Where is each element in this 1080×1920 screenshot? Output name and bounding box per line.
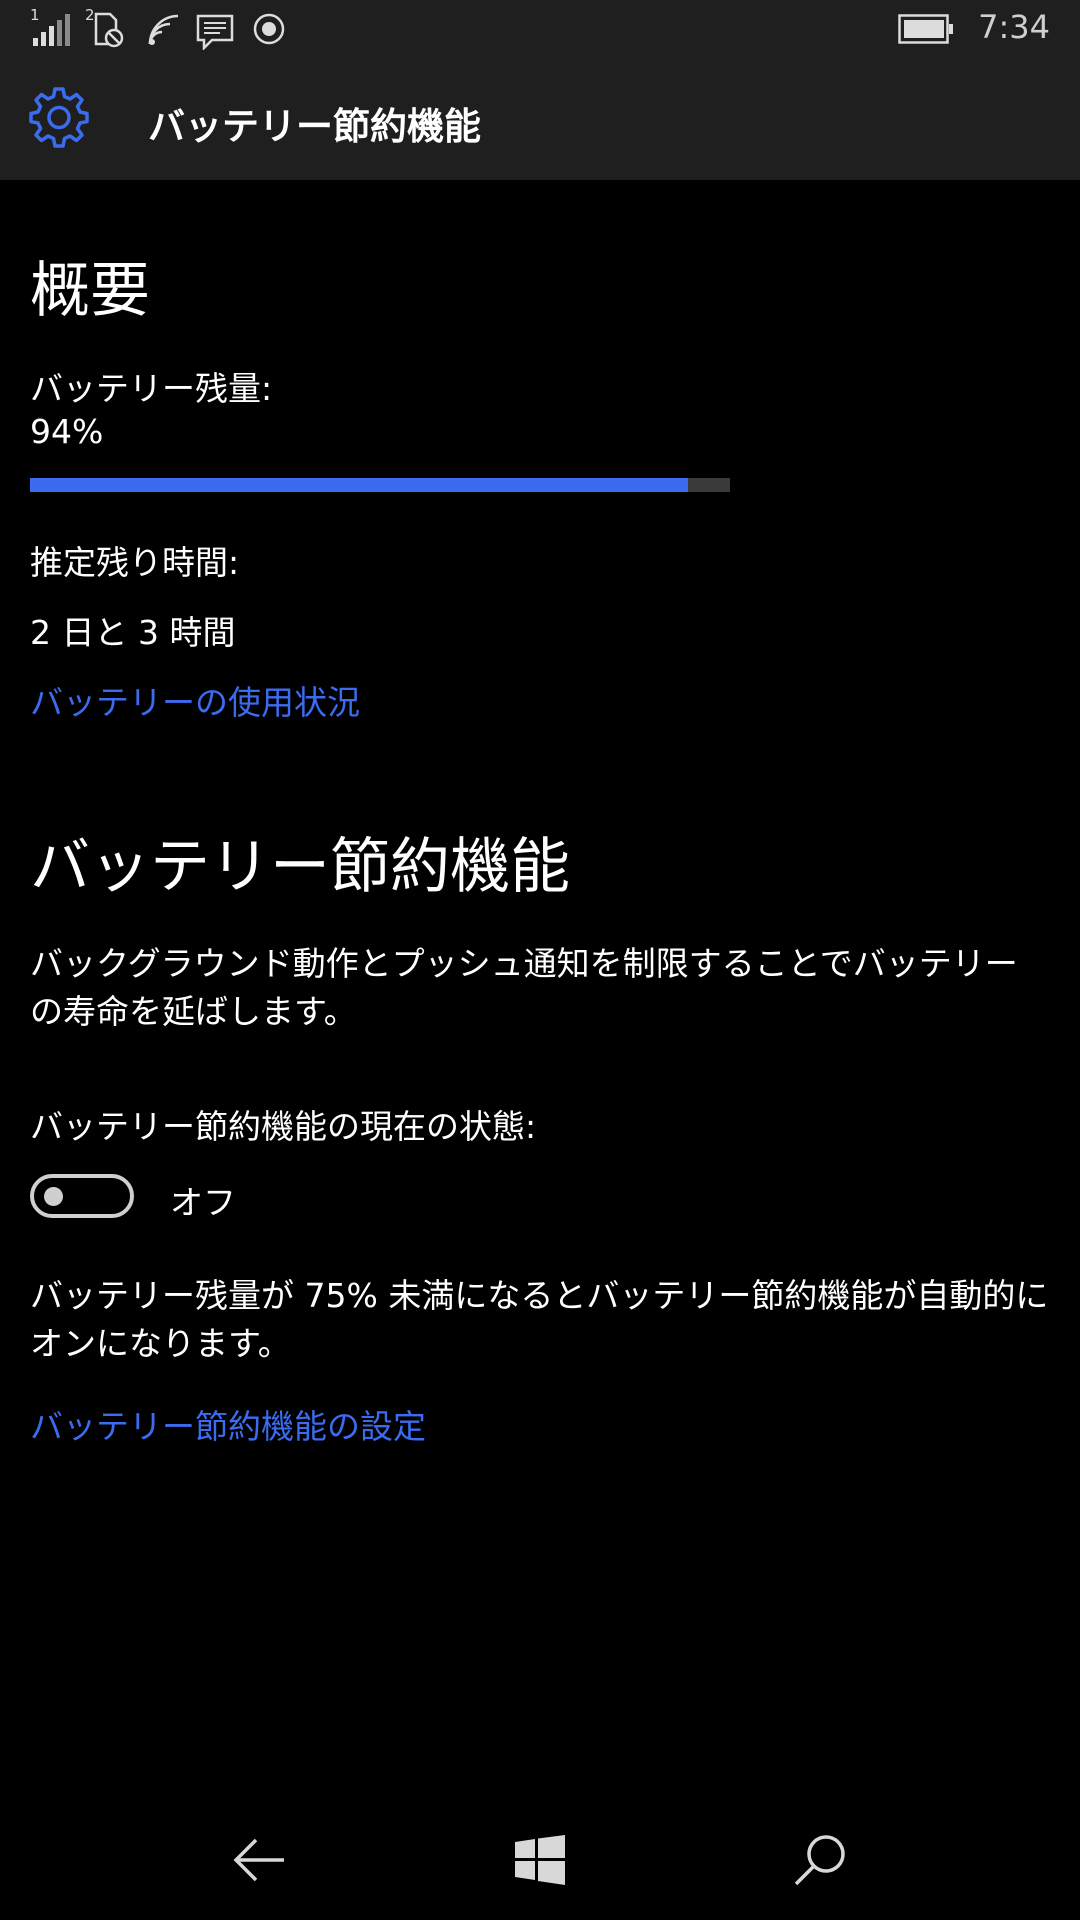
estimate-label: 推定残り時間: <box>30 543 240 582</box>
estimate-value: 2 日と 3 時間 <box>30 613 236 652</box>
overview-heading: 概要 <box>30 256 150 326</box>
location-icon <box>253 13 285 45</box>
screen: 1 2 7:34 バッテリー節約機能 概要 バッテリー残量: 94% 推定残り時… <box>0 0 1080 1920</box>
saver-heading: バッテリー節約機能 <box>30 832 570 902</box>
wifi-icon <box>148 14 179 45</box>
saver-description: バックグラウンド動作とプッシュ通知を制限することでバッテリーの寿命を延ばします。 <box>30 944 1018 1031</box>
nav-bar <box>0 1790 1080 1920</box>
search-button[interactable] <box>780 1830 860 1890</box>
toggle-state-label: オフ <box>170 1183 236 1222</box>
battery-progress-fill <box>30 478 688 492</box>
app-title: バッテリー節約機能 <box>148 105 481 148</box>
battery-progress-bar <box>30 478 730 492</box>
back-button[interactable] <box>220 1830 300 1890</box>
message-icon <box>196 14 234 50</box>
no-sim-icon <box>94 12 124 48</box>
signal-bars-icon <box>33 14 70 46</box>
saver-status-label: バッテリー節約機能の現在の状態: <box>30 1107 537 1146</box>
status-clock: 7:34 <box>978 8 1050 46</box>
battery-level-value: 94% <box>30 412 104 451</box>
auto-saver-text: バッテリー残量が 75% 未満になるとバッテリー節約機能が自動的にオンになります… <box>30 1276 1049 1363</box>
saver-settings-link[interactable]: バッテリー節約機能の設定 <box>30 1400 426 1448</box>
battery-saver-toggle[interactable] <box>30 1174 134 1218</box>
back-arrow-icon <box>233 1838 284 1882</box>
battery-icon <box>898 14 953 44</box>
gear-icon <box>29 87 89 148</box>
start-button[interactable] <box>500 1830 580 1890</box>
status-bar: 1 2 7:34 <box>0 0 1080 56</box>
search-icon <box>794 1835 845 1886</box>
battery-level-label: バッテリー残量: <box>30 369 273 408</box>
title-bar: バッテリー節約機能 <box>0 56 1080 180</box>
battery-usage-link[interactable]: バッテリーの使用状況 <box>30 676 360 724</box>
toggle-knob <box>44 1187 63 1206</box>
windows-logo-icon <box>515 1835 565 1885</box>
